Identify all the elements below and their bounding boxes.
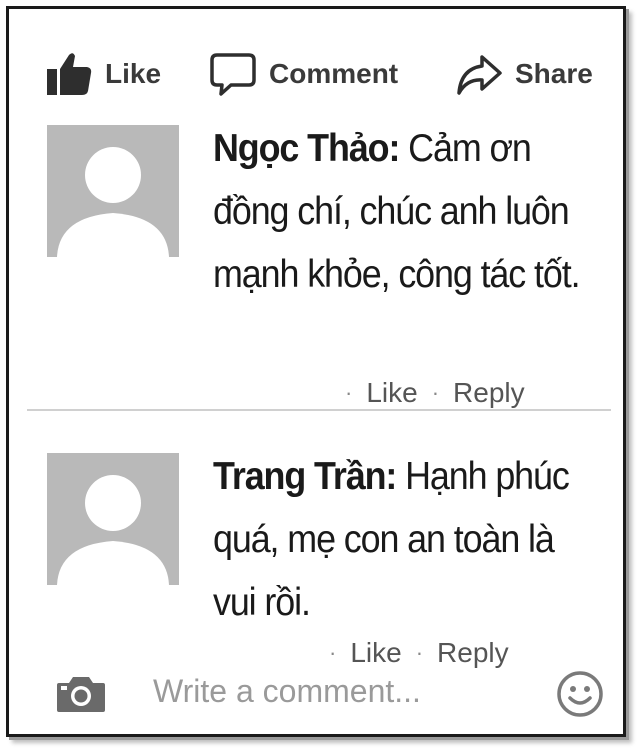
camera-icon[interactable] — [55, 675, 107, 718]
like-label: Like — [105, 58, 162, 89]
comment-reply-link[interactable]: Reply — [453, 377, 525, 409]
smiley-icon[interactable] — [555, 669, 605, 724]
comment-label: Comment — [269, 58, 399, 89]
comment-body: Trang Trần: Hạnh phúc quá, mẹ con an toà… — [213, 445, 581, 634]
comment-composer — [9, 661, 623, 721]
separator-dot: · — [431, 380, 440, 405]
separator-dot: · — [345, 380, 353, 405]
comment-body: Ngọc Thảo: Cảm ơn đồng chí, chúc anh luô… — [213, 117, 581, 306]
default-avatar-icon — [47, 453, 179, 585]
share-arrow-icon — [455, 51, 503, 97]
comment-button[interactable]: Comment — [209, 51, 398, 97]
action-bar: Like Comment Share — [9, 45, 623, 105]
default-avatar-icon — [47, 125, 179, 257]
comment-like-link[interactable]: Like — [366, 377, 417, 409]
speech-bubble-icon — [209, 51, 257, 97]
comment-divider — [27, 409, 611, 411]
comment-input[interactable] — [145, 669, 531, 713]
share-label: Share — [515, 58, 593, 89]
comment-author[interactable]: Ngọc Thảo: — [213, 127, 400, 170]
avatar[interactable] — [47, 453, 179, 585]
avatar[interactable] — [47, 125, 179, 257]
like-button[interactable]: Like — [45, 51, 161, 97]
comment-actions: · Like · Reply — [331, 377, 525, 409]
share-button[interactable]: Share — [455, 51, 593, 97]
comment-panel: Like Comment Share Ngọc Thảo: Cảm ơn đồn… — [6, 6, 626, 737]
comment-author[interactable]: Trang Trần: — [213, 455, 397, 498]
thumbs-up-icon — [45, 51, 93, 97]
